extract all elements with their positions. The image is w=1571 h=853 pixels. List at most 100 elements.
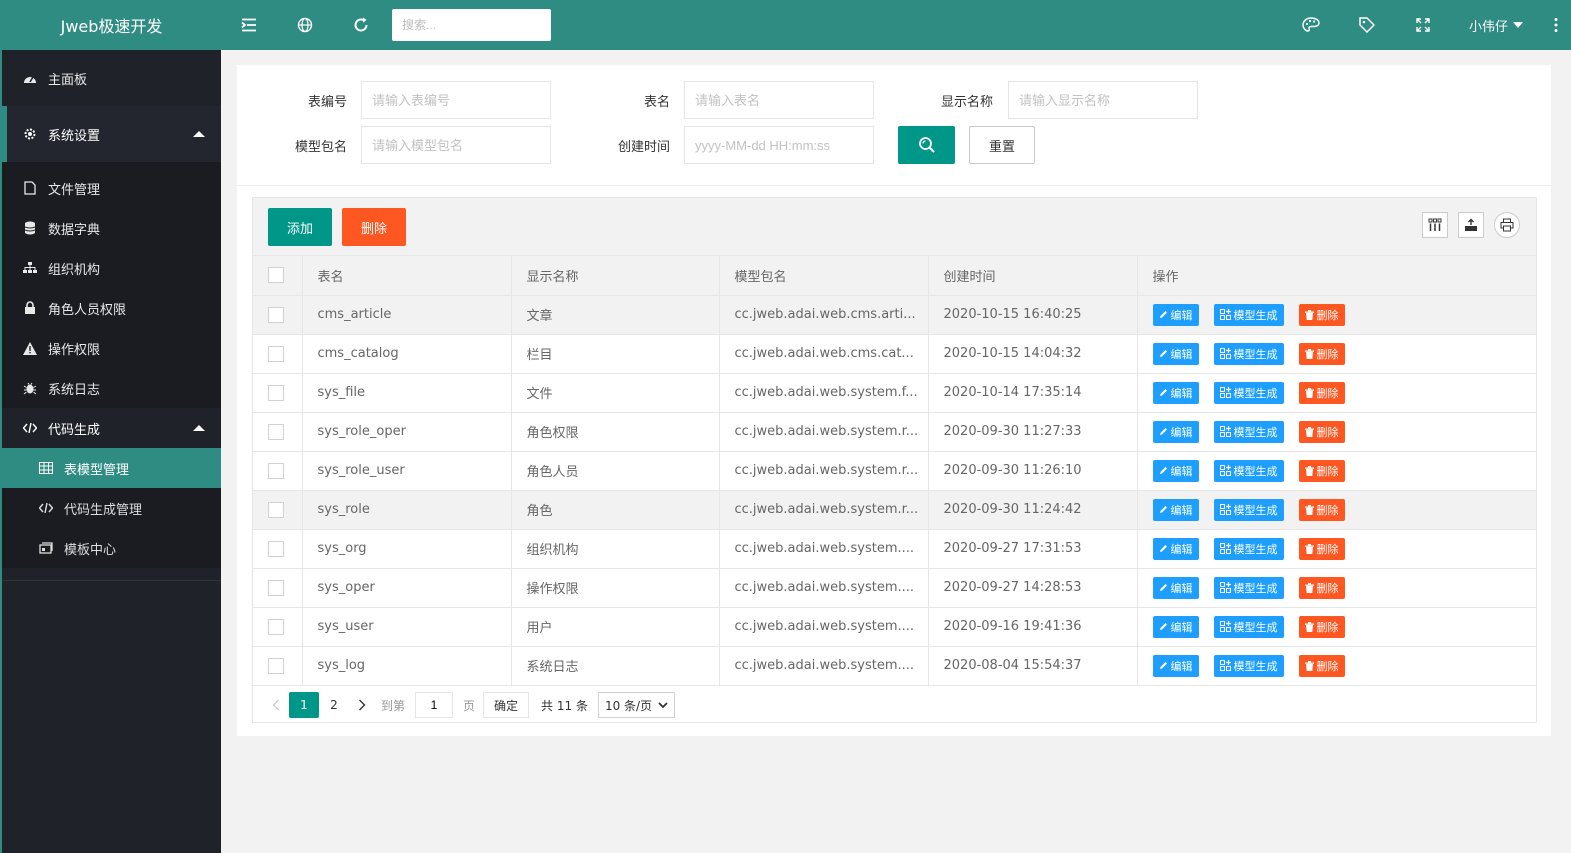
row-checkbox[interactable]: [268, 540, 284, 557]
menu-toggle-button[interactable]: [221, 0, 277, 50]
refresh-button[interactable]: [333, 0, 389, 50]
edit-button[interactable]: 编辑: [1152, 459, 1199, 482]
batch-delete-button[interactable]: 删除: [342, 208, 406, 246]
model-generate-button[interactable]: 模型生成: [1213, 459, 1284, 482]
row-checkbox[interactable]: [268, 462, 284, 479]
table-name-label: 表名: [643, 95, 670, 110]
print-button[interactable]: [1494, 212, 1520, 238]
next-page-button[interactable]: [349, 692, 375, 718]
package-input[interactable]: [361, 126, 551, 164]
delete-row-button[interactable]: 删除: [1298, 342, 1345, 365]
edit-button[interactable]: 编辑: [1152, 420, 1199, 443]
search-button[interactable]: [898, 126, 955, 164]
delete-row-button[interactable]: 删除: [1298, 615, 1345, 638]
more-button[interactable]: [1541, 17, 1571, 33]
edit-button[interactable]: 编辑: [1152, 537, 1199, 560]
edit-button[interactable]: 编辑: [1152, 576, 1199, 599]
table-row[interactable]: sys_log 系统日志 cc.jweb.adai.web.system.... 20…: [253, 646, 1536, 686]
model-generate-button[interactable]: 模型生成: [1213, 615, 1284, 638]
row-checkbox[interactable]: [268, 657, 284, 674]
column-header[interactable]: 创建时间: [928, 256, 1138, 296]
delete-row-button[interactable]: 删除: [1298, 420, 1345, 443]
edit-button[interactable]: 编辑: [1152, 381, 1199, 404]
table-row[interactable]: sys_org 组织机构 cc.jweb.adai.web.system.... 20…: [253, 529, 1536, 569]
sidebar-item-data-dictionary[interactable]: 数据字典: [2, 208, 221, 248]
row-checkbox[interactable]: [268, 618, 284, 635]
column-header[interactable]: 表名: [302, 256, 512, 296]
sidebar-item-system-settings[interactable]: 系统设置: [2, 106, 221, 162]
delete-row-button[interactable]: 删除: [1298, 537, 1345, 560]
row-checkbox[interactable]: [268, 384, 284, 401]
column-header[interactable]: 显示名称: [511, 256, 720, 296]
table-row[interactable]: sys_file 文件 cc.jweb.adai.web.system.f... 20…: [253, 373, 1536, 413]
model-generate-button[interactable]: 模型生成: [1213, 303, 1284, 326]
table-row[interactable]: cms_catalog 栏目 cc.jweb.adai.web.cms.cat...…: [253, 334, 1536, 374]
sidebar-item-table-model-management[interactable]: 表模型管理: [2, 448, 221, 488]
row-checkbox[interactable]: [268, 345, 284, 362]
edit-button[interactable]: 编辑: [1152, 303, 1199, 326]
table-row[interactable]: sys_role_user 角色人员 cc.jweb.adai.web.system…: [253, 451, 1536, 491]
table-row[interactable]: cms_article 文章 cc.jweb.adai.web.cms.arti..…: [253, 295, 1536, 335]
table-row[interactable]: sys_user 用户 cc.jweb.adai.web.system.... 202…: [253, 607, 1536, 647]
model-generate-button[interactable]: 模型生成: [1213, 420, 1284, 443]
table-name-input[interactable]: [684, 81, 874, 119]
select-all-checkbox[interactable]: [268, 267, 284, 284]
app-logo[interactable]: Jweb极速开发: [2, 0, 221, 50]
sidebar-item-role-permissions[interactable]: 角色人员权限: [2, 288, 221, 328]
sidebar-item-template-center[interactable]: 模板中心: [2, 528, 221, 568]
model-generate-button[interactable]: 模型生成: [1213, 576, 1284, 599]
column-header[interactable]: 模型包名: [719, 256, 929, 296]
edit-button[interactable]: 编辑: [1152, 615, 1199, 638]
fullscreen-button[interactable]: [1395, 0, 1451, 50]
model-generate-button[interactable]: 模型生成: [1213, 654, 1284, 677]
reset-button[interactable]: 重置: [969, 126, 1035, 164]
sidebar-item-organization[interactable]: 组织机构: [2, 248, 221, 288]
row-checkbox[interactable]: [268, 501, 284, 518]
model-generate-button[interactable]: 模型生成: [1213, 342, 1284, 365]
delete-row-button[interactable]: 删除: [1298, 576, 1345, 599]
theme-button[interactable]: [1283, 0, 1339, 50]
add-button[interactable]: 添加: [268, 208, 332, 246]
sidebar-item-code-generation[interactable]: 代码生成: [2, 408, 221, 448]
sidebar-item-system-log[interactable]: 系统日志: [2, 368, 221, 408]
model-generate-button[interactable]: 模型生成: [1213, 381, 1284, 404]
model-generate-button[interactable]: 模型生成: [1213, 498, 1284, 521]
row-checkbox[interactable]: [268, 579, 284, 596]
table-row[interactable]: sys_role 角色 cc.jweb.adai.web.system.r... 20…: [253, 490, 1536, 530]
delete-row-button[interactable]: 删除: [1298, 498, 1345, 521]
sidebar-item-file-management[interactable]: 文件管理: [2, 168, 221, 208]
row-checkbox[interactable]: [268, 423, 284, 440]
table-row[interactable]: sys_oper 操作权限 cc.jweb.adai.web.system.... 2…: [253, 568, 1536, 608]
columns-filter-button[interactable]: [1422, 212, 1448, 238]
sidebar-item-operation-permissions[interactable]: 操作权限: [2, 328, 221, 368]
delete-row-button[interactable]: 删除: [1298, 303, 1345, 326]
website-button[interactable]: [277, 0, 333, 50]
header-right: 小伟仔: [1283, 0, 1571, 50]
user-menu[interactable]: 小伟仔: [1451, 16, 1541, 35]
page-1-button[interactable]: 1: [289, 692, 319, 718]
goto-confirm-button[interactable]: 确定: [483, 692, 530, 718]
sidebar-item-dashboard[interactable]: 主面板: [2, 50, 221, 106]
display-name-input[interactable]: [1008, 81, 1198, 119]
created-time-input[interactable]: [684, 126, 874, 164]
table-row[interactable]: sys_role_oper 角色权限 cc.jweb.adai.web.system…: [253, 412, 1536, 452]
sidebar-item-label: 系统设置: [48, 128, 101, 144]
tag-button[interactable]: [1339, 0, 1395, 50]
edit-button[interactable]: 编辑: [1152, 654, 1199, 677]
page-size-select[interactable]: 10 条/页: [597, 692, 676, 718]
model-generate-button[interactable]: 模型生成: [1213, 537, 1284, 560]
table-name-cell: sys_role_oper: [302, 412, 512, 452]
delete-row-button[interactable]: 删除: [1298, 654, 1345, 677]
delete-row-button[interactable]: 删除: [1298, 459, 1345, 482]
search-input[interactable]: [392, 9, 551, 41]
prev-page-button[interactable]: [263, 692, 289, 718]
export-button[interactable]: [1458, 212, 1484, 238]
page-2-button[interactable]: 2: [319, 692, 349, 718]
goto-page-input[interactable]: [415, 692, 454, 718]
edit-button[interactable]: 编辑: [1152, 342, 1199, 365]
edit-button[interactable]: 编辑: [1152, 498, 1199, 521]
delete-row-button[interactable]: 删除: [1298, 381, 1345, 404]
sidebar-item-code-gen-management[interactable]: 代码生成管理: [2, 488, 221, 528]
table-no-input[interactable]: [361, 81, 551, 119]
row-checkbox[interactable]: [268, 306, 284, 323]
